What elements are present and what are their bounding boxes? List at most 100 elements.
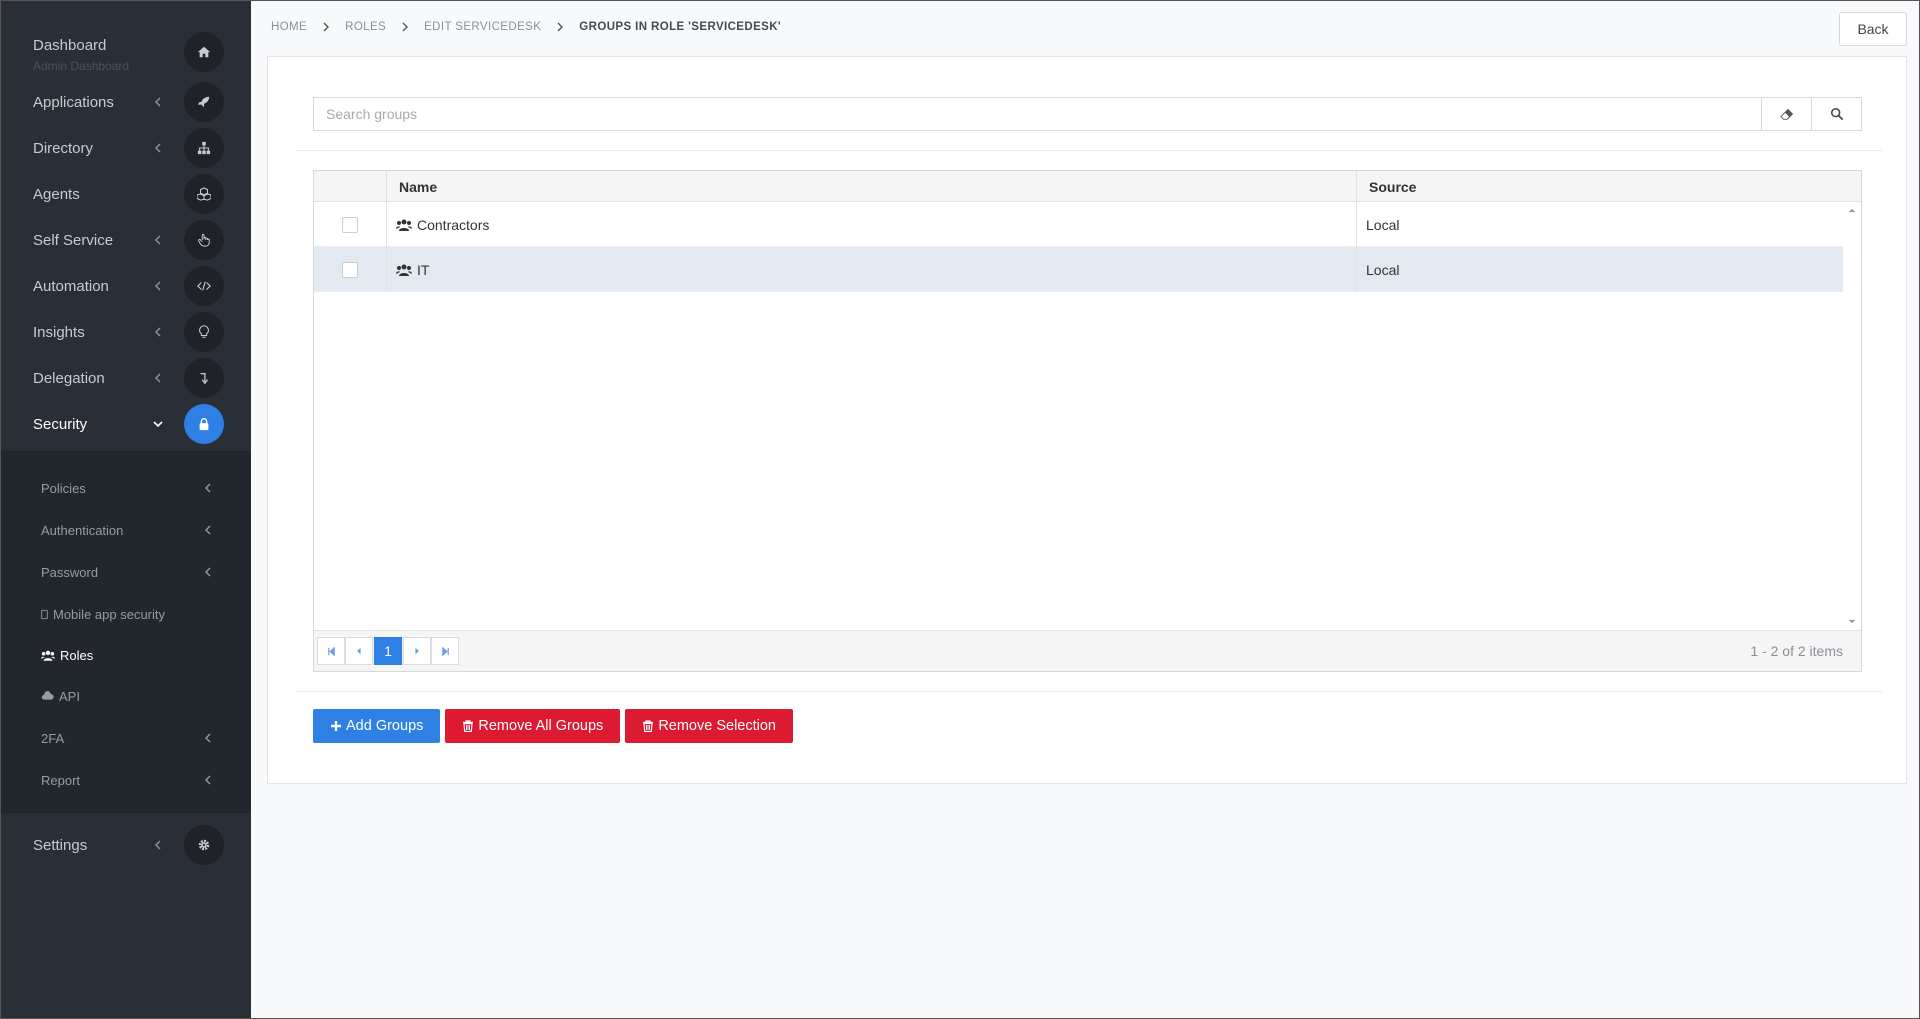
sidebar-item-label: Insights bbox=[33, 323, 85, 341]
chevron-down-icon bbox=[153, 421, 163, 428]
sidebar-item-delegation[interactable]: Delegation bbox=[1, 355, 251, 401]
chevron-left-icon bbox=[154, 373, 161, 383]
sidebar-item-label: Automation bbox=[33, 277, 109, 295]
row-checkbox[interactable] bbox=[342, 217, 358, 233]
table-row[interactable]: IT Local bbox=[314, 247, 1843, 292]
sidebar-item-agents[interactable]: Agents bbox=[1, 171, 251, 217]
trash-icon bbox=[463, 720, 474, 732]
sidebar-subitem-report[interactable]: Report bbox=[1, 762, 251, 798]
clear-search-button[interactable] bbox=[1761, 98, 1811, 130]
vertical-scrollbar[interactable] bbox=[1843, 202, 1861, 630]
users-icon bbox=[41, 650, 55, 661]
sidebar-subitem-label: Policies bbox=[41, 480, 86, 496]
page-1-button[interactable]: 1 bbox=[374, 637, 402, 665]
security-submenu: Policies Authentication Password Mobile … bbox=[1, 451, 251, 813]
chevron-left-icon bbox=[154, 235, 161, 245]
sidebar-subitem-label: API bbox=[59, 688, 80, 704]
breadcrumb-home[interactable]: HOME bbox=[271, 21, 307, 33]
lightbulb-icon bbox=[184, 312, 224, 352]
cloud-icon bbox=[41, 691, 54, 700]
remove-all-groups-button[interactable]: Remove All Groups bbox=[445, 709, 621, 743]
sidebar-item-label: Self Service bbox=[33, 231, 114, 249]
search-button[interactable] bbox=[1811, 98, 1861, 130]
table-row[interactable]: Contractors Local bbox=[314, 202, 1843, 247]
next-page-button[interactable] bbox=[403, 637, 431, 665]
home-icon bbox=[184, 32, 224, 72]
sidebar-subitem-label: Authentication bbox=[41, 522, 124, 538]
sidebar-subitem-label: Roles bbox=[60, 647, 94, 663]
remove-selection-button[interactable]: Remove Selection bbox=[625, 709, 793, 743]
add-groups-label: Add Groups bbox=[346, 718, 424, 734]
groups-panel: Name Source Contractors Local IT bbox=[267, 56, 1907, 784]
chevron-left-icon bbox=[205, 775, 211, 785]
sidebar-item-applications[interactable]: Applications bbox=[1, 79, 251, 125]
divider bbox=[296, 150, 1882, 151]
remove-selection-label: Remove Selection bbox=[658, 718, 776, 734]
breadcrumb-roles[interactable]: ROLES bbox=[345, 21, 386, 33]
plus-icon bbox=[331, 721, 341, 731]
main-content: HOME ROLES EDIT SERVICEDESK GROUPS IN RO… bbox=[251, 1, 1919, 1018]
remove-all-groups-label: Remove All Groups bbox=[478, 718, 604, 734]
back-button[interactable]: Back bbox=[1839, 12, 1907, 46]
eraser-icon bbox=[1779, 108, 1793, 120]
sidebar-item-label: Directory bbox=[33, 139, 94, 157]
chevron-right-icon bbox=[323, 22, 330, 32]
search-icon bbox=[1830, 107, 1843, 121]
chevron-left-icon bbox=[154, 97, 161, 107]
scroll-up-icon[interactable] bbox=[1848, 208, 1856, 213]
first-page-button[interactable] bbox=[317, 637, 345, 665]
previous-page-button[interactable] bbox=[345, 637, 373, 665]
breadcrumb-edit-servicedesk[interactable]: EDIT SERVICEDESK bbox=[424, 21, 541, 33]
chevron-left-icon bbox=[205, 483, 211, 493]
chevron-left-icon bbox=[154, 143, 161, 153]
sidebar-item-label: Dashboard bbox=[33, 37, 107, 54]
sidebar-subitem-label: Mobile app security bbox=[53, 606, 165, 622]
sidebar-subitem-2fa[interactable]: 2FA bbox=[1, 720, 251, 756]
sidebar-subitem-mobile-app-security[interactable]: Mobile app security bbox=[1, 596, 251, 632]
sidebar-subitem-authentication[interactable]: Authentication bbox=[1, 512, 251, 548]
sitemap-icon bbox=[184, 128, 224, 168]
pager: 1 1 - 2 of 2 items bbox=[314, 630, 1861, 671]
sidebar-subitem-roles[interactable]: Roles bbox=[1, 637, 251, 673]
last-page-icon bbox=[441, 646, 449, 656]
pointer-hand-icon bbox=[184, 220, 224, 260]
column-header-source[interactable]: Source bbox=[1356, 171, 1843, 202]
chevron-left-icon bbox=[154, 281, 161, 291]
sidebar-item-security[interactable]: Security bbox=[1, 401, 251, 447]
sidebar-item-insights[interactable]: Insights bbox=[1, 309, 251, 355]
sidebar: Dashboard Admin Dashboard Applications D… bbox=[1, 1, 251, 1018]
sidebar-item-settings[interactable]: Settings bbox=[1, 822, 251, 868]
last-page-button[interactable] bbox=[431, 637, 459, 665]
column-header-name[interactable]: Name bbox=[386, 171, 1356, 202]
sidebar-subitem-policies[interactable]: Policies bbox=[1, 470, 251, 506]
chevron-left-icon bbox=[205, 733, 211, 743]
users-icon bbox=[396, 219, 412, 231]
search-input[interactable] bbox=[314, 98, 1761, 130]
sidebar-item-directory[interactable]: Directory bbox=[1, 125, 251, 171]
sidebar-item-sublabel: Admin Dashboard bbox=[33, 59, 130, 73]
group-source: Local bbox=[1356, 247, 1843, 292]
sidebar-subitem-api[interactable]: API bbox=[1, 678, 251, 714]
pager-info: 1 - 2 of 2 items bbox=[1750, 643, 1843, 659]
breadcrumb: HOME ROLES EDIT SERVICEDESK GROUPS IN RO… bbox=[271, 21, 781, 33]
sidebar-item-label: Security bbox=[33, 415, 88, 433]
grid-header: Name Source bbox=[314, 171, 1861, 202]
chevron-left-icon bbox=[154, 327, 161, 337]
sidebar-item-automation[interactable]: Automation bbox=[1, 263, 251, 309]
sidebar-item-label: Settings bbox=[33, 836, 88, 854]
search-bar bbox=[313, 97, 1862, 131]
sidebar-item-dashboard[interactable]: Dashboard Admin Dashboard bbox=[1, 29, 251, 75]
level-down-icon bbox=[184, 358, 224, 398]
sidebar-item-self-service[interactable]: Self Service bbox=[1, 217, 251, 263]
trash-icon bbox=[643, 720, 654, 732]
sidebar-item-label: Agents bbox=[33, 185, 80, 203]
divider bbox=[296, 691, 1882, 692]
add-groups-button[interactable]: Add Groups bbox=[313, 709, 441, 743]
sidebar-subitem-password[interactable]: Password bbox=[1, 554, 251, 590]
sidebar-item-label: Applications bbox=[33, 93, 114, 111]
scroll-down-icon[interactable] bbox=[1848, 619, 1856, 624]
code-icon bbox=[184, 266, 224, 306]
row-checkbox[interactable] bbox=[342, 262, 358, 278]
lock-icon bbox=[184, 404, 224, 444]
group-source: Local bbox=[1356, 202, 1843, 247]
